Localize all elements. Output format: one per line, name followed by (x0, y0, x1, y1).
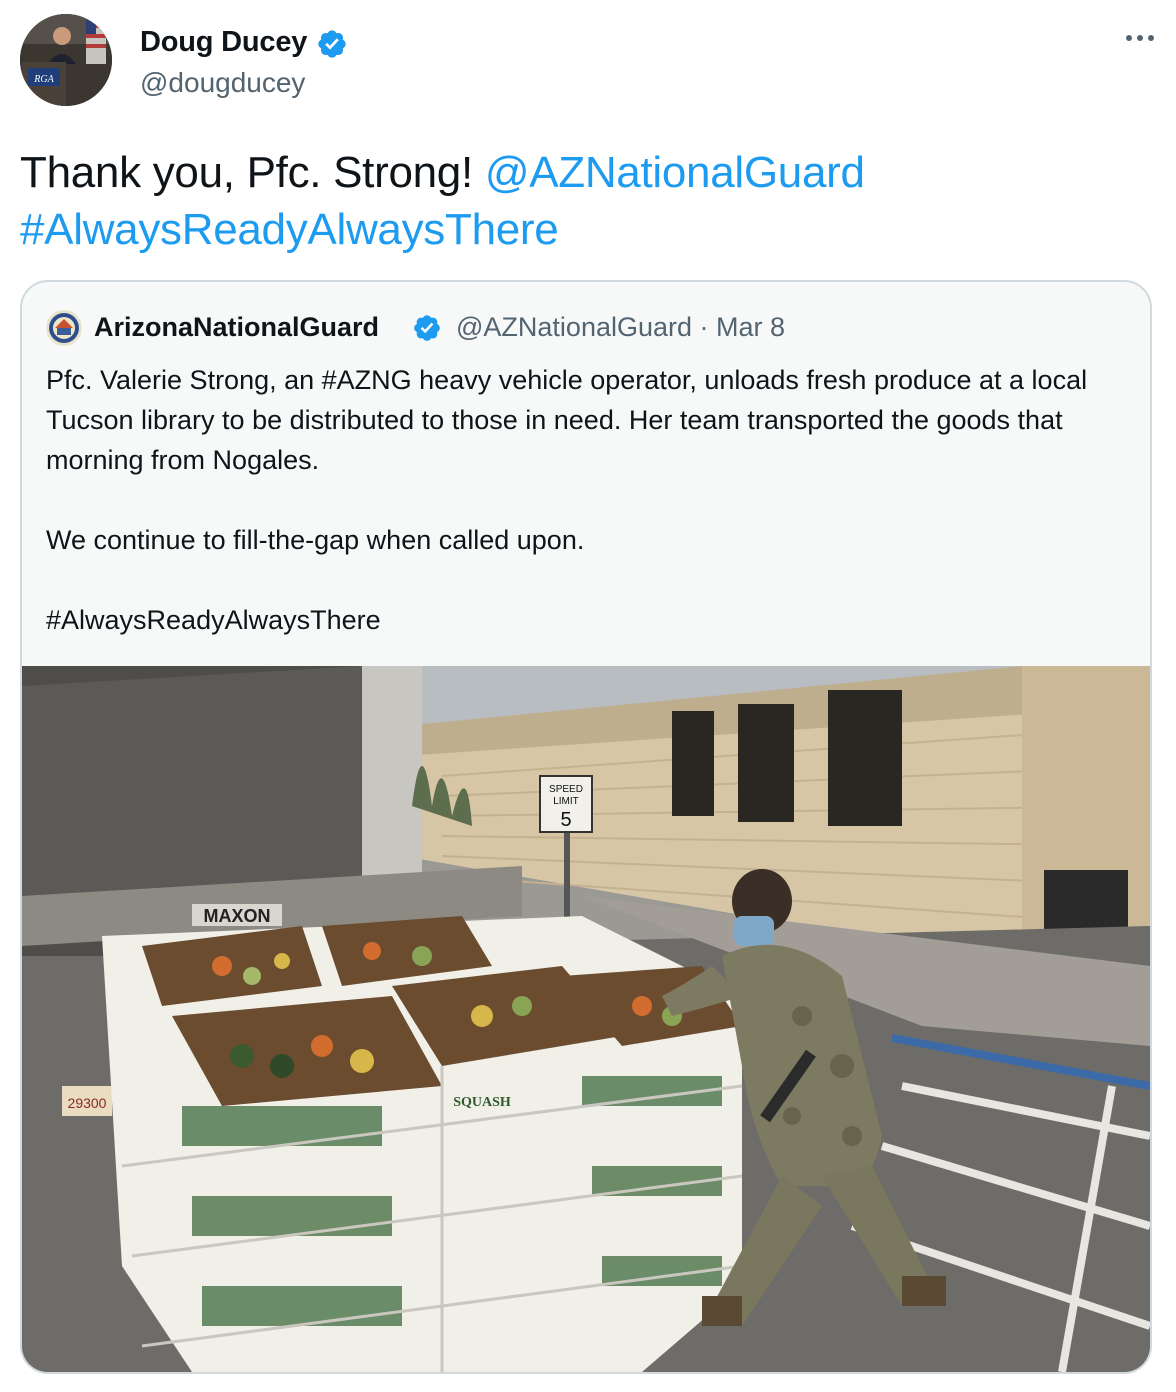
quoted-handle-date: @AZNationalGuard · Mar 8 (456, 312, 785, 343)
quoted-tweet-text: Pfc. Valerie Strong, an #AZNG heavy vehi… (46, 365, 1088, 635)
tweet-text-plain: Thank you, Pfc. Strong! (20, 148, 473, 197)
quoted-author-avatar[interactable] (46, 310, 82, 346)
tweet-mention-link[interactable]: @AZNationalGuard (485, 148, 865, 197)
quoted-author-name[interactable]: ArizonaNationalGuard (94, 312, 379, 343)
quoted-tweet-card[interactable]: ArizonaNationalGuard @AZNationalGuard · … (20, 280, 1152, 1374)
tweet: RGA Doug Ducey @dougducey Thank you, Pfc… (0, 0, 1176, 1392)
author-handle[interactable]: @dougducey (140, 67, 305, 99)
author-display-name[interactable]: Doug Ducey (140, 26, 307, 59)
verified-badge-icon (318, 30, 346, 58)
quoted-date[interactable]: Mar 8 (716, 312, 785, 342)
more-options-icon[interactable] (1122, 28, 1158, 48)
speed-sign-top: SPEED (549, 784, 583, 795)
author-avatar[interactable]: RGA (20, 14, 112, 106)
tweet-hashtag-link[interactable]: #AlwaysReadyAlwaysThere (20, 205, 559, 254)
truck-brand-label: MAXON (204, 906, 271, 926)
quoted-tweet-photo[interactable]: MAXON SPEED LIMIT 5 29300 SQUASH (22, 666, 1150, 1372)
truck-plate: 29300 (68, 1095, 107, 1111)
quoted-separator: · (699, 312, 709, 342)
tweet-text: Thank you, Pfc. Strong! @AZNationalGuard… (20, 144, 1150, 258)
speed-sign-number: 5 (560, 809, 571, 831)
box-label: SQUASH (453, 1095, 511, 1110)
quoted-author-handle[interactable]: @AZNationalGuard (456, 312, 692, 342)
avatar-podium-label: RGA (33, 74, 54, 85)
verified-badge-icon (414, 315, 440, 341)
speed-sign-mid: LIMIT (553, 796, 579, 807)
